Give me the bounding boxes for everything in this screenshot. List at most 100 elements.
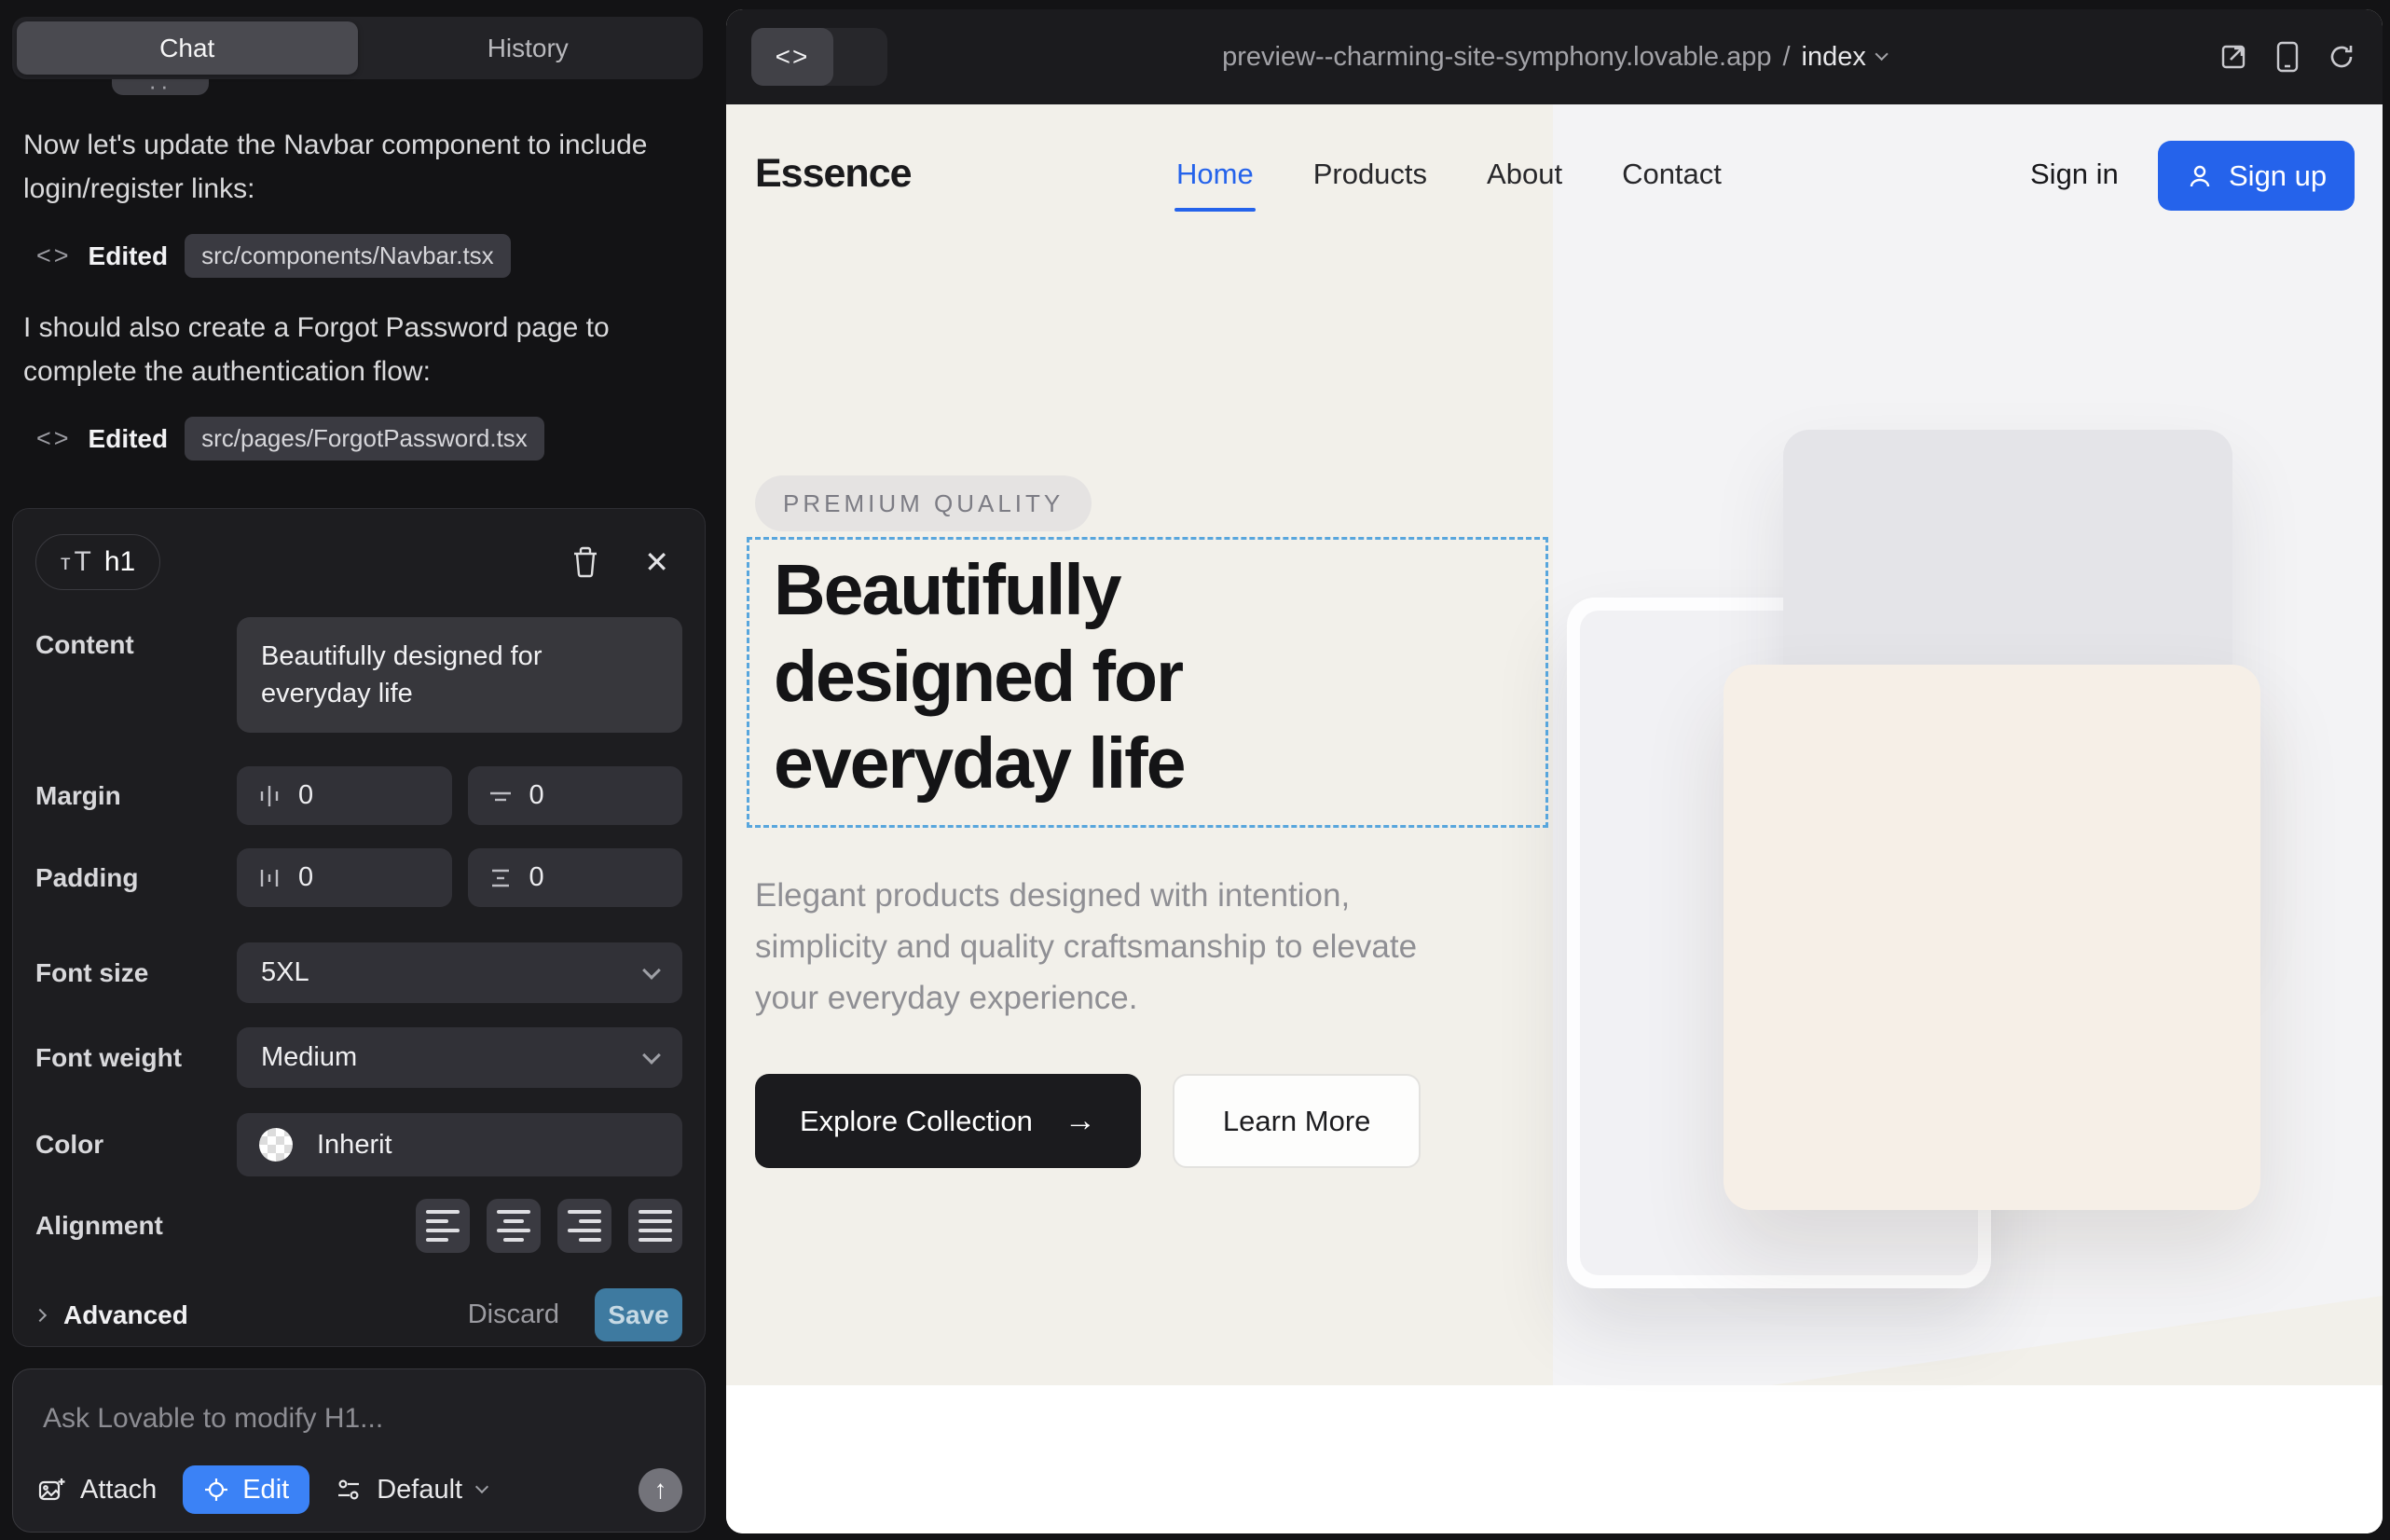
preview-url-separator: / (1782, 42, 1790, 73)
nav-link-about[interactable]: About (1487, 158, 1562, 191)
edited-file-row[interactable]: <> Edited src/pages/ForgotPassword.tsx (36, 417, 694, 461)
margin-x-input[interactable]: 0 (237, 766, 452, 825)
padding-horizontal-icon (257, 866, 282, 890)
color-select[interactable]: Inherit (237, 1113, 682, 1176)
font-size-select[interactable]: 5XL (237, 942, 682, 1003)
mobile-phone-icon (2276, 41, 2299, 73)
align-right-button[interactable] (557, 1199, 611, 1253)
target-icon (203, 1477, 229, 1503)
color-swatch (259, 1128, 293, 1162)
margin-x-value: 0 (298, 780, 313, 811)
font-weight-select[interactable]: Medium (237, 1027, 682, 1088)
margin-label: Margin (35, 781, 237, 811)
attach-button[interactable]: Attach (37, 1475, 157, 1506)
padding-label: Padding (35, 863, 237, 893)
premium-quality-badge: PREMIUM QUALITY (755, 475, 1092, 531)
margin-horizontal-icon (257, 784, 282, 808)
align-justify-button[interactable] (628, 1199, 682, 1253)
selected-element-outline[interactable]: Beautifully designed for everyday life (747, 537, 1548, 828)
close-icon: ✕ (644, 544, 669, 580)
preview-site: Essence Home Products About Contact Sign… (726, 104, 2383, 1533)
margin-y-value: 0 (529, 780, 544, 811)
signin-link[interactable]: Sign in (2030, 158, 2119, 191)
edit-mode-label: Edit (242, 1475, 289, 1506)
chat-panel: ·· Chat History Now let's update the Nav… (0, 0, 718, 1540)
code-view-toggle[interactable]: <> (751, 28, 887, 86)
site-nav-links: Home Products About Contact (1176, 158, 1722, 191)
edited-file-chip[interactable]: src/pages/ForgotPassword.tsx (185, 417, 544, 461)
tab-history[interactable]: History (358, 21, 699, 75)
padding-y-input[interactable]: 0 (468, 848, 683, 907)
save-button[interactable]: Save (595, 1288, 682, 1341)
prompt-input[interactable]: Ask Lovable to modify H1... (43, 1403, 383, 1435)
nav-link-products[interactable]: Products (1313, 158, 1427, 191)
arrow-up-icon: ↑ (654, 1475, 667, 1505)
refresh-button[interactable] (2327, 42, 2356, 72)
model-default-button[interactable]: Default (336, 1475, 487, 1506)
align-left-button[interactable] (416, 1199, 470, 1253)
hero-paragraph: Elegant products designed with intention… (755, 871, 1441, 1024)
assistant-message: I should also create a Forgot Password p… (23, 306, 694, 393)
chat-history-tabs: Chat History (12, 17, 703, 79)
padding-y-value: 0 (529, 862, 544, 893)
edited-file-row[interactable]: <> Edited src/components/Navbar.tsx (36, 234, 694, 278)
open-in-new-tab-button[interactable] (2218, 42, 2248, 72)
prompt-composer: Ask Lovable to modify H1... Attach Edit (12, 1368, 706, 1533)
nav-link-home[interactable]: Home (1176, 158, 1254, 191)
margin-y-input[interactable]: 0 (468, 766, 683, 825)
font-weight-row: Font weight Medium (35, 1027, 682, 1088)
preview-toolbar: <> preview--charming-site-symphony.lovab… (726, 9, 2383, 104)
margin-row: Margin 0 0 (35, 766, 682, 825)
content-input[interactable]: Beautifully designed for everyday life (237, 617, 682, 733)
delete-element-button[interactable] (571, 546, 599, 578)
hero-heading[interactable]: Beautifully designed for everyday life (774, 547, 1314, 807)
edit-mode-button[interactable]: Edit (183, 1465, 309, 1514)
advanced-label: Advanced (63, 1300, 188, 1330)
hero-card-cream (1724, 665, 2260, 1210)
external-link-icon (2218, 42, 2248, 72)
edited-file-chip[interactable]: src/components/Navbar.tsx (185, 234, 511, 278)
explore-collection-button[interactable]: Explore Collection → (755, 1074, 1141, 1168)
assistant-message: Now let's update the Navbar component to… (23, 123, 694, 211)
font-weight-label: Font weight (35, 1043, 237, 1073)
element-tag-pill[interactable]: т T h1 (35, 534, 160, 590)
code-icon: <> (776, 42, 810, 72)
alignment-row: Alignment (35, 1199, 682, 1253)
site-logo[interactable]: Essence (755, 151, 912, 197)
font-weight-value: Medium (261, 1042, 357, 1073)
code-icon: <> (36, 424, 72, 453)
scroll-indicator-dots: ·· (148, 76, 172, 95)
edited-action-label: Edited (89, 424, 169, 454)
mobile-view-button[interactable] (2276, 41, 2299, 73)
send-button[interactable]: ↑ (639, 1468, 682, 1512)
editor-footer: Advanced Discard Save (35, 1288, 682, 1341)
refresh-icon (2327, 42, 2356, 72)
code-icon: <> (36, 241, 72, 270)
element-tag-label: h1 (104, 546, 135, 578)
close-editor-button[interactable]: ✕ (644, 544, 669, 580)
site-navbar: Essence Home Products About Contact Sign… (726, 104, 2383, 261)
font-size-row: Font size 5XL (35, 942, 682, 1003)
learn-more-button[interactable]: Learn More (1173, 1074, 1422, 1168)
preview-url-bar[interactable]: preview--charming-site-symphony.lovable.… (1222, 9, 1887, 104)
preview-url-domain: preview--charming-site-symphony.lovable.… (1222, 42, 1771, 73)
color-row: Color Inherit (35, 1113, 682, 1176)
chevron-down-icon (642, 961, 661, 980)
padding-row: Padding 0 0 (35, 848, 682, 907)
tab-chat[interactable]: Chat (17, 21, 358, 75)
signup-label: Sign up (2229, 159, 2327, 193)
padding-x-input[interactable]: 0 (237, 848, 452, 907)
code-toggle-active-segment[interactable]: <> (751, 28, 833, 86)
composer-toolbar: Attach Edit Default ↑ (37, 1464, 682, 1515)
padding-vertical-icon (488, 866, 513, 890)
trash-icon (571, 546, 599, 578)
preview-actions (2218, 9, 2356, 104)
nav-link-contact[interactable]: Contact (1622, 158, 1722, 191)
preview-pane: <> preview--charming-site-symphony.lovab… (726, 9, 2383, 1533)
signup-button[interactable]: Sign up (2158, 141, 2355, 211)
align-center-button[interactable] (487, 1199, 541, 1253)
advanced-toggle[interactable]: Advanced (35, 1300, 188, 1330)
discard-button[interactable]: Discard (468, 1299, 559, 1330)
chevron-down-icon (642, 1046, 661, 1065)
type-icon: т (61, 550, 71, 575)
